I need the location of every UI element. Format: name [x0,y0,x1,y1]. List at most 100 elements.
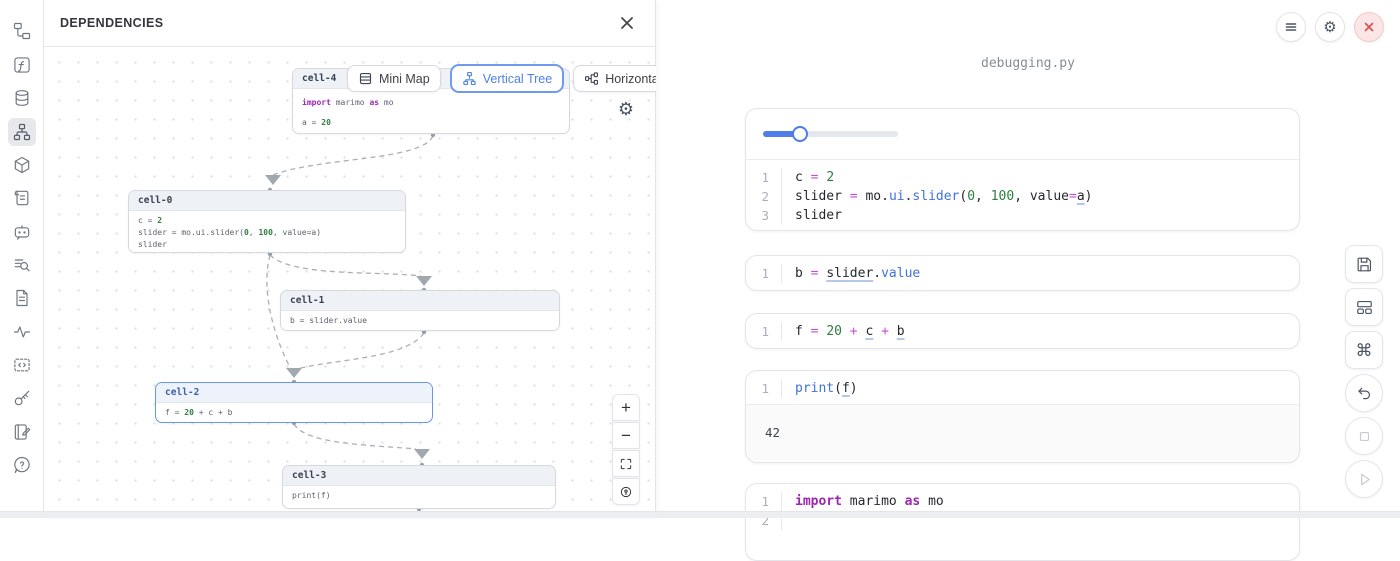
code-line[interactable]: c = 2 [782,170,834,185]
node-title: cell-3 [283,466,555,486]
sidebar-item-tracing[interactable] [8,318,36,346]
undo-icon [1355,384,1374,403]
vertical-tree-icon [462,71,477,86]
notebook-cell-slider: 1c = 2 2slider = mo.ui.slider(0, 100, va… [745,108,1300,231]
zoom-in-button[interactable]: + [612,394,640,421]
search-list-icon [12,255,32,275]
cell-editor[interactable]: 1print(f) [746,371,1299,404]
undo-button[interactable] [1345,374,1383,412]
hamburger-icon [1284,20,1298,34]
sidebar-item-chat[interactable] [8,218,36,246]
cell-editor[interactable]: 1c = 2 2slider = mo.ui.slider(0, 100, va… [746,160,1299,231]
layout-button[interactable] [1345,288,1383,326]
help-bubble-icon [12,455,32,475]
code-line[interactable]: f = 20 + c + b [782,324,905,339]
sidebar-item-snippets[interactable] [8,351,36,379]
center-view-button[interactable] [612,478,640,505]
function-icon [12,55,32,75]
line-number: 1 [746,492,782,511]
command-icon: ⌘ [1356,342,1373,359]
cell-output-area [746,109,1299,160]
settings-button[interactable]: ⚙ [1315,12,1345,42]
menu-button[interactable] [1276,12,1306,42]
sidebar-item-logs-search[interactable] [8,251,36,279]
vertical-tree-label: Vertical Tree [483,72,552,86]
zoom-out-button[interactable]: − [612,422,640,449]
graph-node-cell-1[interactable]: cell-1 b = slider.value [280,290,560,331]
play-icon [1355,470,1374,489]
stop-button[interactable] [1345,417,1383,455]
close-icon [1362,20,1376,34]
dependencies-header: DEPENDENCIES [44,0,655,47]
run-button[interactable] [1345,460,1383,498]
graph-settings-button[interactable]: ⚙ [614,97,638,121]
code-block-icon [12,355,32,375]
sidebar-item-scripts[interactable] [8,184,36,212]
cell-editor[interactable]: 1import marimo as mo 2 [746,484,1299,536]
close-icon [620,16,634,30]
graph-node-cell-3[interactable]: cell-3 print(f) [282,465,556,509]
file-tree-icon [12,21,32,41]
code-line[interactable]: slider [782,208,842,223]
mini-map-button[interactable]: Mini Map [347,65,441,92]
sidebar-item-documentation[interactable] [8,284,36,312]
notebook-area: debugging.py ⚙ 1c = 2 2slider = mo.ui.sl… [656,0,1400,518]
sidebar-item-variables[interactable] [8,51,36,79]
slider-knob[interactable] [792,126,808,142]
location-pin-icon [619,485,633,499]
save-icon [1355,255,1374,274]
zoom-controls: + − [612,394,640,505]
scroll-icon [12,188,32,208]
sidebar-item-data-sources[interactable] [8,84,36,112]
node-title: cell-1 [281,291,559,311]
graph-node-cell-2[interactable]: cell-2 f = 20 + c + b [155,382,433,423]
notebook-filename: debugging.py [656,56,1400,71]
sidebar-item-packages[interactable] [8,151,36,179]
notebook-cell-b: 1b = slider.value [745,255,1300,291]
horizontal-scrollbar[interactable] [0,511,1400,518]
cell-editor[interactable]: 1b = slider.value [746,256,1299,289]
activity-pulse-icon [12,322,32,342]
line-number: 3 [746,206,782,225]
plus-icon: + [621,398,631,418]
document-icon [12,288,32,308]
slider-widget[interactable] [763,131,898,137]
minus-icon: − [621,426,631,446]
sidebar-item-file-explorer[interactable] [8,17,36,45]
sidebar-item-help[interactable] [8,451,36,479]
line-number: 1 [746,264,782,283]
notebook-cell-import: 1import marimo as mo 2 [745,483,1300,561]
gear-icon: ⚙ [618,100,634,118]
cell-editor[interactable]: 1f = 20 + c + b [746,314,1299,347]
shutdown-button[interactable] [1354,12,1384,42]
line-number: 1 [746,379,782,398]
close-panel-button[interactable] [615,11,639,35]
sidebar-item-dependency-graph[interactable] [8,118,36,146]
node-code: c = 2 slider = mo.ui.slider(0, 100, valu… [129,211,405,253]
dependency-graph-canvas[interactable]: cell-4 import marimo as mo a = 20 cell-0… [44,47,656,511]
horizontal-tree-label: Horizontal Tree [605,72,656,86]
layout-icon [1355,298,1374,317]
fit-view-button[interactable] [612,450,640,477]
panel-title: DEPENDENCIES [60,16,163,30]
code-line[interactable]: print(f) [782,381,858,396]
node-code: f = 20 + c + b [156,403,432,423]
save-button[interactable] [1345,245,1383,283]
code-line[interactable]: import marimo as mo [782,494,944,509]
keyboard-shortcuts-button[interactable]: ⌘ [1345,331,1383,369]
line-number: 2 [746,187,782,206]
sidebar-item-secrets[interactable] [8,384,36,412]
window-controls: ⚙ [1276,12,1384,42]
node-code: print(f) [283,486,555,506]
fit-view-icon [619,457,633,471]
mini-map-label: Mini Map [379,72,430,86]
chat-bot-icon [12,222,32,242]
sidebar-item-scratchpad[interactable] [8,418,36,446]
code-line[interactable]: b = slider.value [782,266,920,281]
vertical-tree-button[interactable]: Vertical Tree [451,65,563,92]
horizontal-tree-button[interactable]: Horizontal Tree [573,65,656,92]
code-line[interactable]: slider = mo.ui.slider(0, 100, value=a) [782,189,1092,204]
graph-node-cell-0[interactable]: cell-0 c = 2 slider = mo.ui.slider(0, 10… [128,190,406,253]
package-icon [12,155,32,175]
node-title: cell-2 [156,383,432,403]
